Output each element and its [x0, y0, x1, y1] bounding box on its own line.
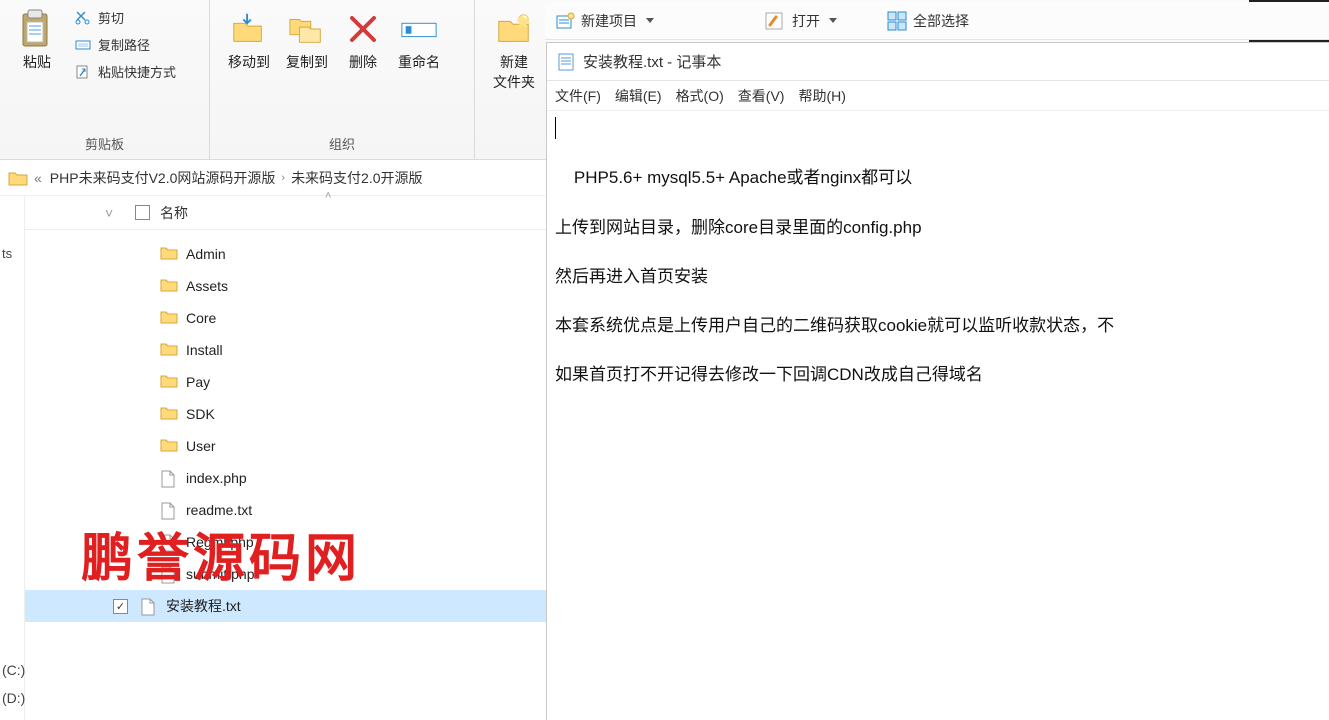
menu-view[interactable]: 查看(V) [738, 86, 785, 106]
cut-button[interactable]: 剪切 [70, 6, 180, 29]
rename-label: 重命名 [398, 52, 440, 72]
file-name: index.php [186, 470, 247, 486]
ribbon-group-clipboard: 粘贴 剪切 复制路径 [0, 0, 210, 159]
delete-button[interactable]: 删除 [336, 6, 390, 76]
delete-icon [344, 10, 382, 48]
breadcrumb-sep: › [275, 172, 291, 184]
move-to-label: 移动到 [228, 52, 270, 72]
select-all-checkbox[interactable] [135, 205, 150, 220]
breadcrumb-prev[interactable]: « [34, 170, 50, 186]
chevron-down-icon [829, 18, 837, 23]
notepad-title-text: 安装教程.txt - 记事本 [583, 51, 721, 72]
rename-icon [400, 10, 438, 48]
move-to-button[interactable]: 移动到 [220, 6, 278, 76]
copy-path-label: 复制路径 [98, 35, 150, 54]
paste-label: 粘贴 [23, 52, 51, 72]
paste-shortcut-label: 粘贴快捷方式 [98, 62, 176, 81]
new-project-label: 新建项目 [581, 11, 637, 31]
file-icon [160, 566, 178, 582]
notepad-menu: 文件(F) 编辑(E) 格式(O) 查看(V) 帮助(H) [547, 81, 1329, 111]
path-icon [74, 36, 92, 54]
drive-c[interactable]: (C:) [2, 656, 25, 684]
scissors-icon [74, 9, 92, 27]
open-label: 打开 [792, 11, 820, 31]
select-all-label: 全部选择 [913, 11, 969, 31]
select-all-icon [887, 11, 907, 31]
select-all-button[interactable]: 全部选择 [887, 11, 969, 31]
new-folder-label-1: 新建 [500, 52, 528, 72]
file-name: Admin [186, 246, 226, 262]
column-name[interactable]: 名称 [160, 203, 188, 223]
file-name: readme.txt [186, 502, 252, 518]
file-icon [160, 470, 178, 486]
expand-caret-icon[interactable]: ˅ [105, 205, 125, 221]
paste-icon [18, 10, 56, 48]
row-checkbox[interactable]: ✓ [113, 599, 128, 614]
copy-to-button[interactable]: 复制到 [278, 6, 336, 76]
folder-icon [160, 310, 178, 326]
file-icon [160, 502, 178, 518]
menu-help[interactable]: 帮助(H) [798, 86, 845, 106]
file-name: Install [186, 342, 223, 358]
folder-icon [160, 278, 178, 294]
new-folder-icon [495, 10, 533, 48]
ribbon-group-organize: 移动到 复制到 删除 [210, 0, 475, 159]
file-name: SDK [186, 406, 215, 422]
collapse-caret-icon[interactable]: ˄ [325, 190, 331, 202]
nav-trunc: ts [0, 246, 24, 261]
file-icon [140, 598, 158, 614]
copy-path-button[interactable]: 复制路径 [70, 33, 180, 56]
cut-label: 剪切 [98, 8, 124, 27]
notepad-icon [557, 52, 575, 72]
new-folder-label-2: 文件夹 [493, 72, 535, 92]
new-project-button[interactable]: 新建项目 [555, 11, 654, 31]
clipboard-group-label: 剪贴板 [10, 130, 199, 157]
folder-icon [160, 406, 178, 422]
new-folder-button[interactable]: 新建 文件夹 [485, 6, 543, 96]
file-name: Pay [186, 374, 210, 390]
menu-edit[interactable]: 编辑(E) [615, 86, 662, 106]
copy-to-label: 复制到 [286, 52, 328, 72]
file-name: Regml.php [186, 534, 254, 550]
open-button[interactable]: 打开 [764, 11, 837, 31]
text-caret [555, 117, 556, 139]
rename-button[interactable]: 重命名 [390, 6, 448, 76]
nav-pane[interactable]: ts [0, 196, 25, 720]
folder-icon [160, 374, 178, 390]
ribbon-group-new: 新建 文件夹 [475, 0, 553, 159]
file-name: Core [186, 310, 216, 326]
file-name: User [186, 438, 216, 454]
notepad-titlebar[interactable]: 安装教程.txt - 记事本 [547, 43, 1329, 81]
open-icon [764, 11, 786, 31]
file-name: 安装教程.txt [166, 596, 241, 616]
chevron-down-icon [646, 18, 654, 23]
notepad-content[interactable]: PHP5.6+ mysql5.5+ Apache或者nginx都可以 上传到网站… [547, 111, 1329, 419]
folder-icon [160, 342, 178, 358]
drive-d[interactable]: (D:) [2, 684, 25, 712]
breadcrumb-part2[interactable]: 未来码支付2.0开源版 [291, 168, 422, 188]
folder-icon [160, 438, 178, 454]
move-to-icon [230, 10, 268, 48]
new-project-icon [555, 12, 575, 30]
paste-button[interactable]: 粘贴 [10, 6, 64, 76]
menu-format[interactable]: 格式(O) [676, 86, 724, 106]
notepad-window: 安装教程.txt - 记事本 文件(F) 编辑(E) 格式(O) 查看(V) 帮… [546, 42, 1329, 720]
file-icon [160, 534, 178, 550]
paste-shortcut-button[interactable]: 粘贴快捷方式 [70, 60, 180, 83]
file-name: Assets [186, 278, 228, 294]
folder-icon [8, 170, 28, 186]
menu-file[interactable]: 文件(F) [555, 86, 601, 106]
notepad-text: PHP5.6+ mysql5.5+ Apache或者nginx都可以 上传到网站… [555, 168, 1114, 384]
delete-label: 删除 [349, 52, 377, 72]
file-name: submit.php [186, 566, 254, 582]
drives: (C:) (D:) [2, 656, 25, 712]
breadcrumb-part1[interactable]: PHP未来码支付V2.0网站源码开源版 [50, 168, 276, 188]
copy-to-icon [288, 10, 326, 48]
secondary-toolbar: 新建项目 打开 全部选择 [545, 2, 1329, 40]
organize-group-label: 组织 [220, 130, 464, 157]
shortcut-icon [74, 63, 92, 81]
folder-icon [160, 246, 178, 262]
